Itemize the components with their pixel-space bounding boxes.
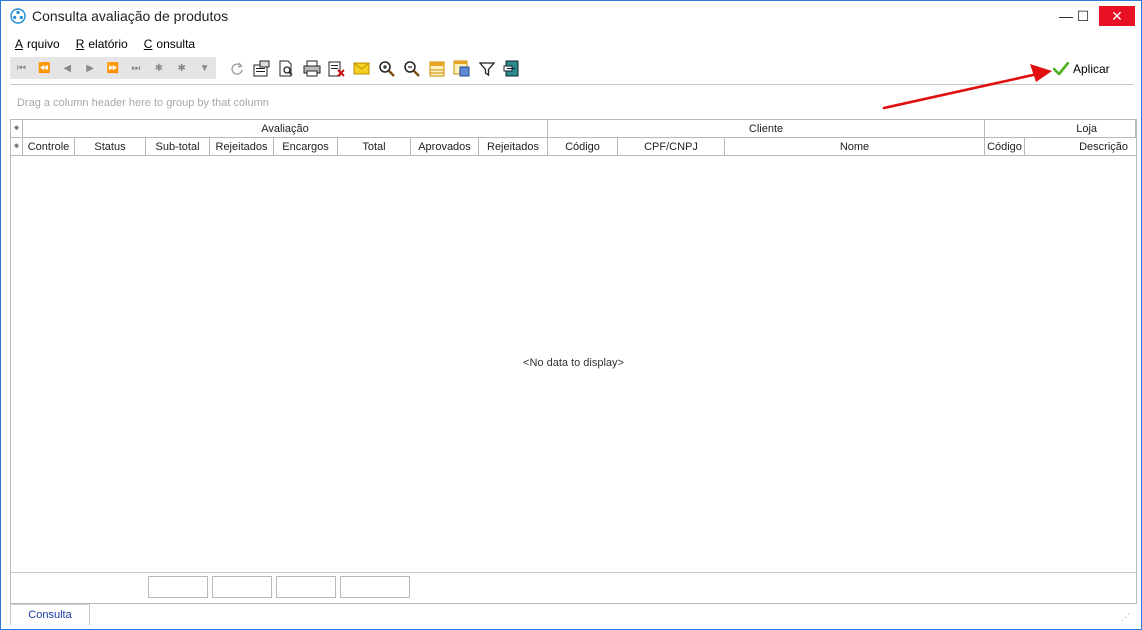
annotation-arrow — [882, 64, 1052, 110]
